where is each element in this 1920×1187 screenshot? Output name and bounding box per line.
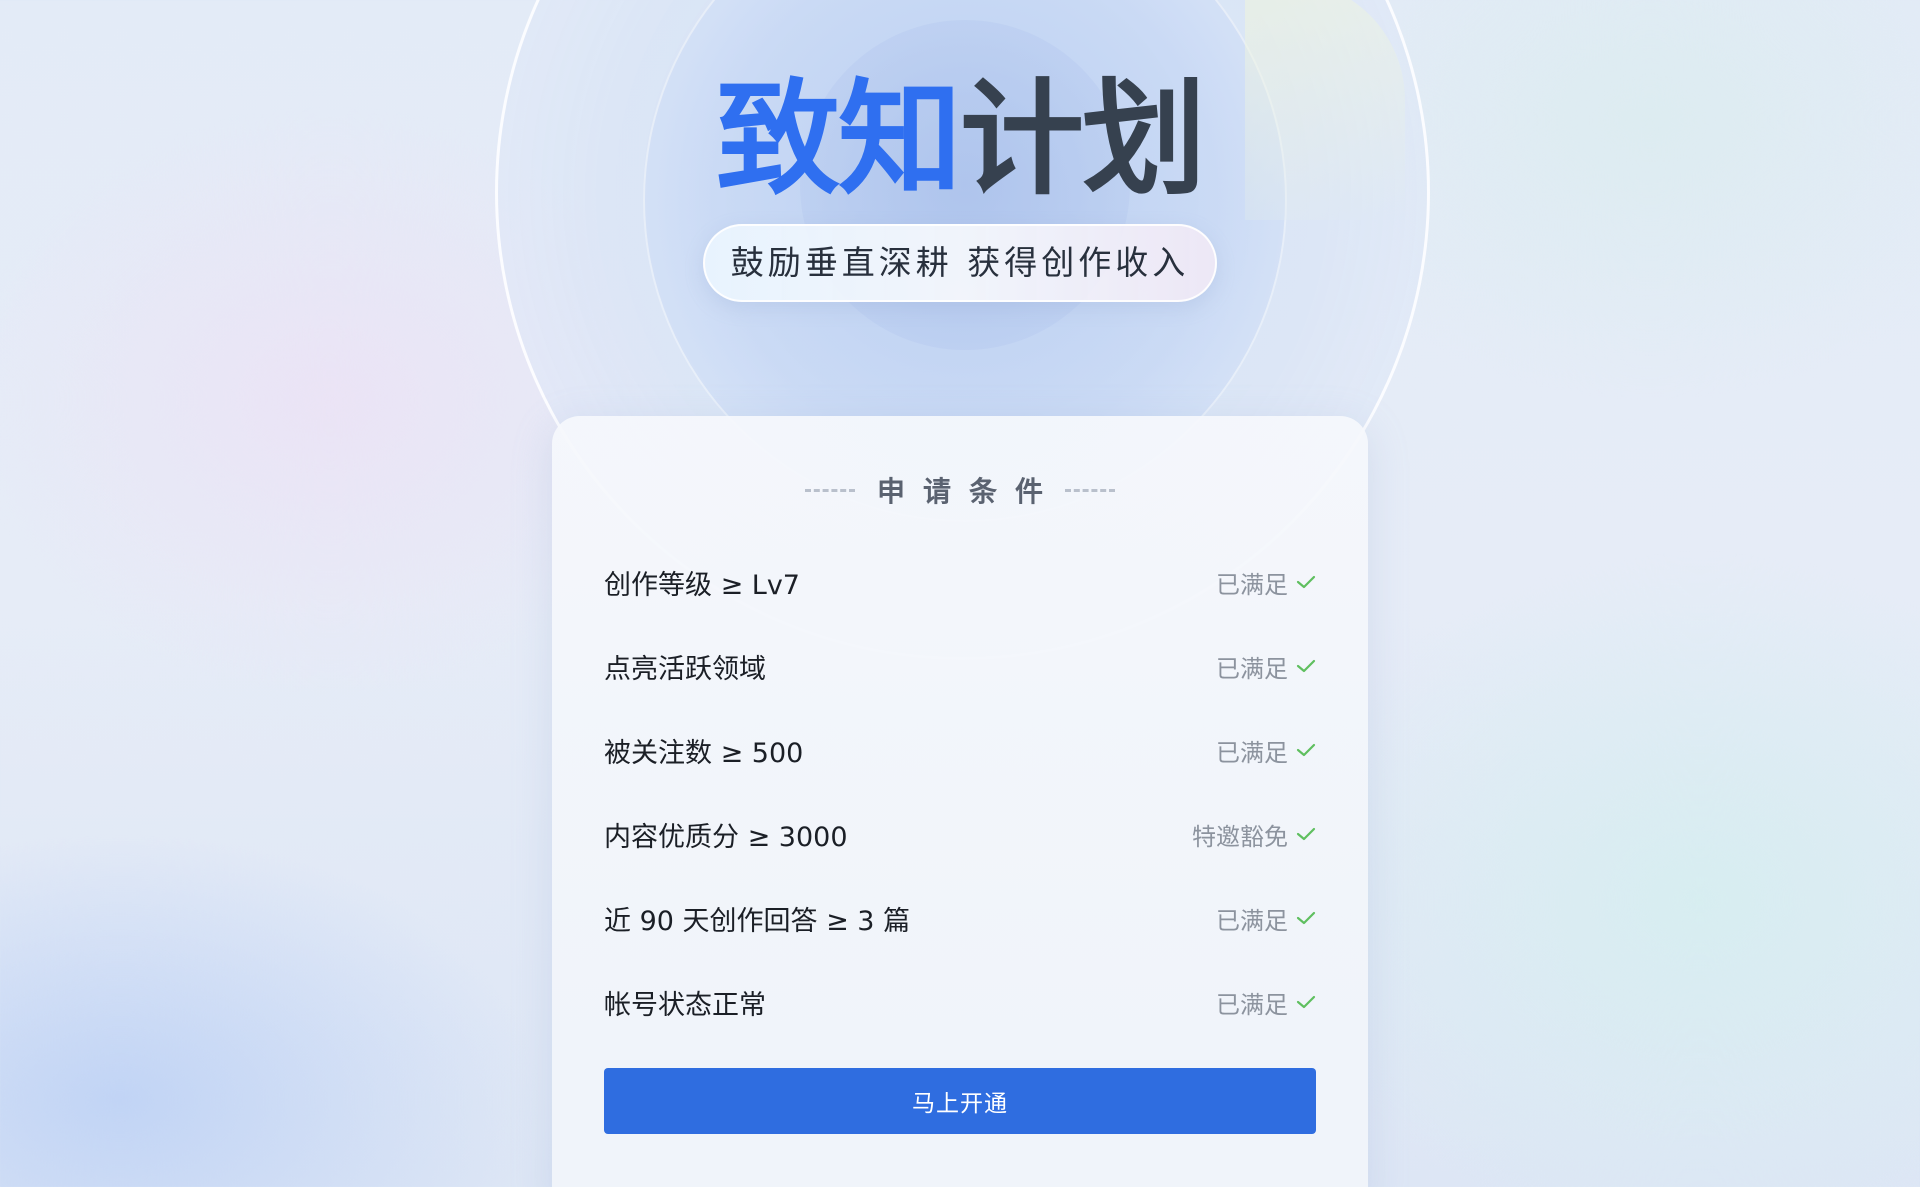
condition-status-text: 特邀豁免 (1192, 822, 1288, 851)
hero-title-highlight: 致知 (715, 68, 962, 212)
condition-label: 创作等级 ≥ Lv7 (604, 569, 800, 601)
condition-row: 近 90 天创作回答 ≥ 3 篇 已满足 (604, 876, 1316, 960)
conditions-list: 创作等级 ≥ Lv7 已满足 点亮活跃领域 已满足 被关注数 ≥ 500 已满足… (604, 540, 1316, 1044)
condition-row: 创作等级 ≥ Lv7 已满足 (604, 540, 1316, 624)
hero-title: 致知计划 (0, 70, 1920, 210)
section-header: 申请条件 (552, 470, 1368, 510)
condition-status: 特邀豁免 (1192, 817, 1316, 852)
condition-status: 已满足 (1216, 901, 1316, 936)
condition-label: 近 90 天创作回答 ≥ 3 篇 (604, 905, 911, 937)
condition-row: 帐号状态正常 已满足 (604, 960, 1316, 1044)
hero-subtitle: 鼓励垂直深耕 获得创作收入 (703, 224, 1217, 302)
conditions-card: 申请条件 创作等级 ≥ Lv7 已满足 点亮活跃领域 已满足 被关注数 ≥ 50… (552, 416, 1368, 1187)
check-icon (1296, 574, 1316, 590)
condition-row: 被关注数 ≥ 500 已满足 (604, 708, 1316, 792)
condition-label: 帐号状态正常 (604, 989, 766, 1021)
check-icon (1296, 742, 1316, 758)
condition-row: 内容优质分 ≥ 3000 特邀豁免 (604, 792, 1316, 876)
check-icon (1296, 910, 1316, 926)
section-divider-left (804, 488, 855, 492)
condition-row: 点亮活跃领域 已满足 (604, 624, 1316, 708)
check-icon (1296, 658, 1316, 674)
condition-status-text: 已满足 (1216, 738, 1288, 767)
condition-label: 被关注数 ≥ 500 (604, 737, 804, 769)
condition-status: 已满足 (1216, 733, 1316, 768)
section-title: 申请条件 (876, 475, 1061, 508)
condition-label: 内容优质分 ≥ 3000 (604, 821, 848, 853)
condition-status-text: 已满足 (1216, 990, 1288, 1019)
check-icon (1296, 826, 1316, 842)
section-divider-right (1065, 488, 1115, 492)
condition-status-text: 已满足 (1216, 570, 1288, 599)
condition-status: 已满足 (1216, 565, 1316, 600)
check-icon (1296, 994, 1316, 1010)
condition-status: 已满足 (1216, 985, 1316, 1020)
condition-label: 点亮活跃领域 (604, 653, 766, 685)
condition-status-text: 已满足 (1216, 654, 1288, 683)
activate-now-button[interactable]: 马上开通 (604, 1068, 1316, 1134)
condition-status-text: 已满足 (1216, 906, 1288, 935)
condition-status: 已满足 (1216, 649, 1316, 684)
hero-title-rest: 计划 (960, 68, 1206, 212)
